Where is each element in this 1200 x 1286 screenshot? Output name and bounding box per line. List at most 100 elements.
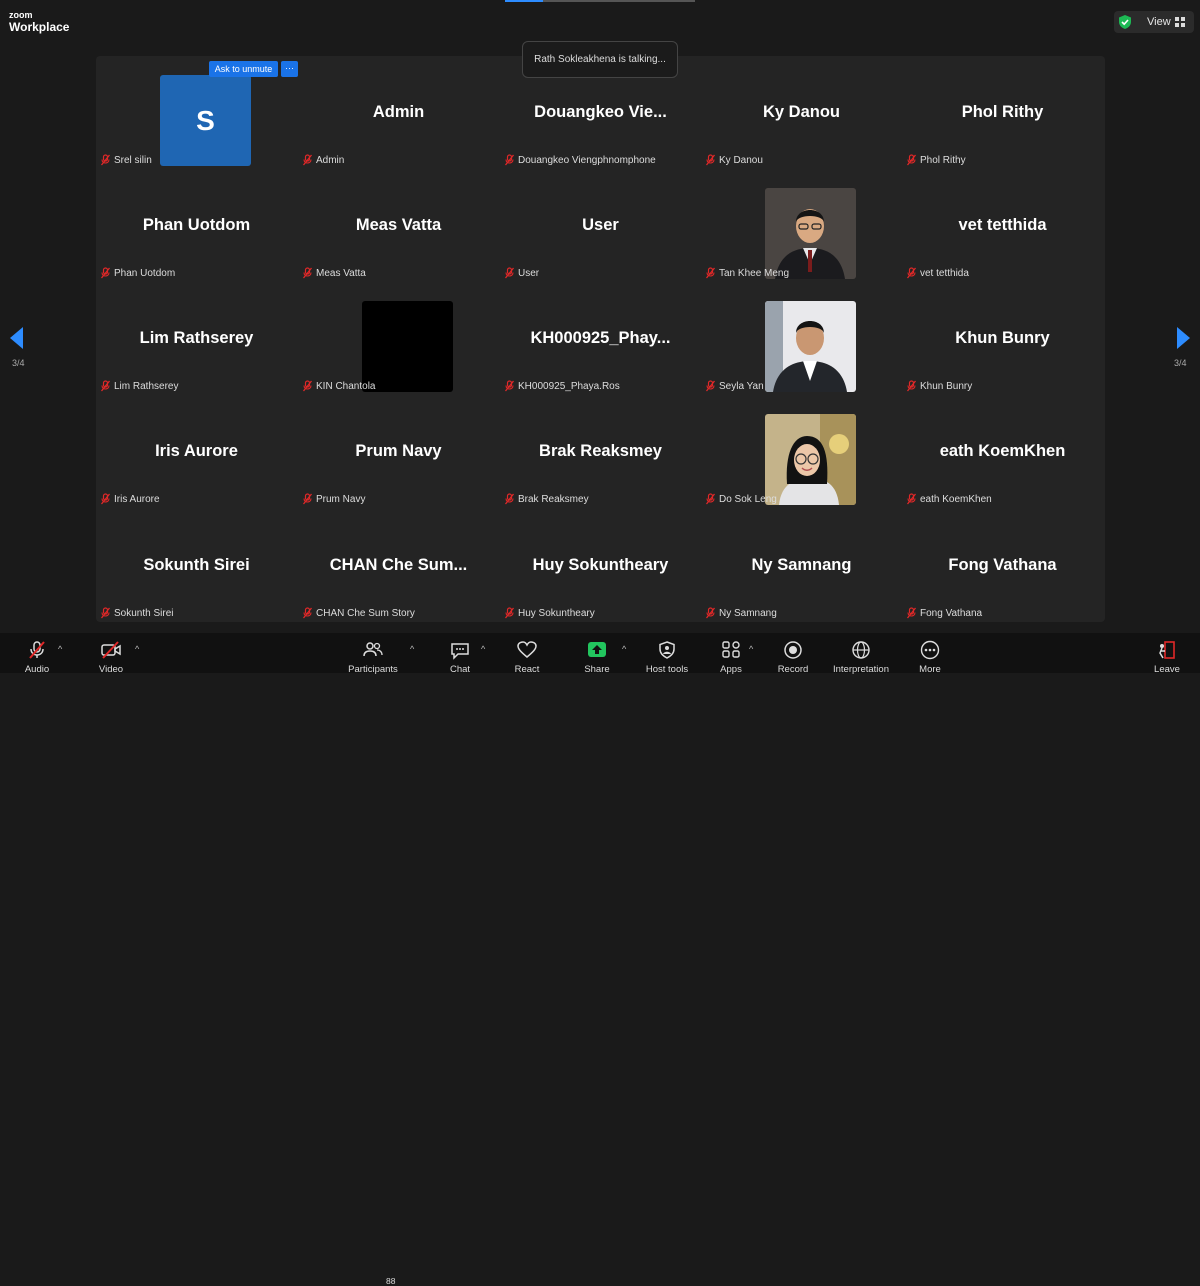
participant-name: Iris Aurore: [114, 493, 160, 505]
participant-name-label: Huy Sokuntheary: [504, 606, 595, 620]
microphone-muted-icon: [302, 493, 313, 505]
participant-display-name: Khun Bunry: [955, 329, 1050, 347]
participant-display-name: vet tetthida: [958, 216, 1047, 234]
microphone-muted-icon: [705, 493, 716, 505]
participant-tile[interactable]: Do Sok Leng: [701, 395, 902, 508]
participant-display-name: Prum Navy: [355, 442, 442, 460]
participant-video: [765, 301, 856, 392]
logo-big-text: Workplace: [9, 20, 70, 34]
participant-tile[interactable]: Iris Aurore Iris Aurore: [96, 395, 297, 508]
chat-options-caret-icon[interactable]: ^: [481, 644, 485, 654]
participant-tile[interactable]: CHAN Che Sum... CHAN Che Sum Story: [298, 509, 499, 622]
participant-tile[interactable]: Admin Admin: [298, 56, 499, 169]
participant-tile[interactable]: Meas Vatta Meas Vatta: [298, 169, 499, 282]
host-tools-button[interactable]: Host tools: [646, 633, 688, 675]
participants-button[interactable]: Participants: [348, 633, 398, 675]
participant-name-label: Prum Navy: [302, 492, 365, 506]
view-button[interactable]: View: [1114, 11, 1194, 33]
participant-tile[interactable]: KH000925_Phay... KH000925_Phaya.Ros: [500, 282, 701, 395]
view-label: View: [1147, 16, 1171, 28]
participant-name-label: Fong Vathana: [906, 606, 982, 620]
participant-name: KIN Chantola: [316, 380, 376, 392]
participant-name-label: eath KoemKhen: [906, 492, 992, 506]
talking-toast: Rath Sokleakhena is talking...: [522, 41, 678, 78]
participant-tile[interactable]: User User: [500, 169, 701, 282]
participant-name-label: KIN Chantola: [302, 379, 375, 393]
record-button[interactable]: Record: [778, 633, 808, 675]
apps-button[interactable]: Apps: [716, 633, 746, 675]
participant-name: Fong Vathana: [920, 607, 983, 619]
participant-name: KH000925_Phaya.Ros: [518, 380, 620, 392]
participant-tile[interactable]: vet tetthida vet tetthida: [902, 169, 1103, 282]
chat-button[interactable]: Chat: [445, 633, 475, 675]
microphone-muted-icon: [302, 380, 313, 392]
apps-icon: [722, 641, 740, 658]
chat-label: Chat: [449, 664, 471, 675]
participant-name: User: [518, 267, 540, 279]
microphone-muted-icon: [302, 607, 313, 619]
participant-name: Ny Samnang: [719, 607, 777, 619]
microphone-muted-icon: [100, 154, 111, 166]
microphone-muted-icon: [504, 380, 515, 392]
participant-name: Douangkeo Viengphnomphone: [518, 154, 656, 166]
host-tools-label: Host tools: [645, 664, 689, 675]
share-options-caret-icon[interactable]: ^: [622, 644, 626, 654]
participant-tile[interactable]: Tan Khee Meng: [701, 169, 902, 282]
participant-display-name: Sokunth Sirei: [143, 556, 250, 574]
participant-name-label: Khun Bunry: [906, 379, 972, 393]
previous-page-arrow-icon[interactable]: [10, 327, 24, 349]
participant-tile[interactable]: Ky Danou Ky Danou: [701, 56, 902, 169]
video-camera-off-icon: [101, 641, 121, 659]
audio-button[interactable]: Audio: [22, 633, 52, 675]
participant-name: Lim Rathserey: [114, 380, 179, 392]
participant-display-name: CHAN Che Sum...: [329, 556, 468, 574]
microphone-muted-icon: [906, 607, 917, 619]
audio-options-caret-icon[interactable]: ^: [58, 644, 62, 654]
more-button[interactable]: More: [915, 633, 945, 675]
participant-name: Meas Vatta: [316, 267, 366, 279]
participant-tile[interactable]: Lim Rathserey Lim Rathserey: [96, 282, 297, 395]
participant-tile[interactable]: Fong Vathana Fong Vathana: [902, 509, 1103, 622]
participant-tile[interactable]: Seyla Yan: [701, 282, 902, 395]
audio-label: Audio: [24, 664, 50, 675]
participant-tile[interactable]: Ny Samnang Ny Samnang: [701, 509, 902, 622]
video-button[interactable]: Video: [96, 633, 126, 675]
participant-tile[interactable]: Huy Sokuntheary Huy Sokuntheary: [500, 509, 701, 622]
next-page-arrow-icon[interactable]: [1176, 327, 1190, 349]
apps-options-caret-icon[interactable]: ^: [749, 644, 753, 654]
leave-door-icon: [1159, 641, 1175, 659]
participant-tile[interactable]: Prum Navy Prum Navy: [298, 395, 499, 508]
react-button[interactable]: React: [512, 633, 542, 675]
microphone-muted-icon: [504, 607, 515, 619]
microphone-muted-icon: [705, 267, 716, 279]
participant-tile[interactable]: Phol Rithy Phol Rithy: [902, 56, 1103, 169]
participants-count: 88: [386, 1276, 396, 1286]
participant-tile[interactable]: KIN Chantola: [298, 282, 499, 395]
participant-name: Seyla Yan: [719, 380, 764, 392]
share-button[interactable]: Share: [582, 633, 612, 675]
participant-name: Prum Navy: [316, 493, 366, 505]
gallery-stage: S Srel silin Admin Admin Douangkeo Vie... Dou…: [96, 56, 1105, 622]
video-options-caret-icon[interactable]: ^: [135, 644, 139, 654]
ask-to-unmute-button[interactable]: Ask to unmute: [209, 61, 278, 77]
interpretation-button[interactable]: Interpretation: [833, 633, 889, 675]
participants-options-caret-icon[interactable]: ^: [410, 644, 414, 654]
participant-tile[interactable]: Brak Reaksmey Brak Reaksmey: [500, 395, 701, 508]
microphone-muted-icon: [302, 154, 313, 166]
participant-name-label: Brak Reaksmey: [504, 492, 589, 506]
record-icon: [784, 641, 802, 659]
participant-name: Sokunth Sirei: [114, 607, 174, 619]
tile-more-button[interactable]: ···: [281, 61, 298, 77]
participant-tile[interactable]: Sokunth Sirei Sokunth Sirei: [96, 509, 297, 622]
microphone-muted-icon: [100, 607, 111, 619]
leave-label: Leave: [1154, 664, 1180, 675]
participant-display-name: User: [582, 216, 619, 234]
microphone-muted-icon: [504, 493, 515, 505]
participant-tile[interactable]: Phan Uotdom Phan Uotdom: [96, 169, 297, 282]
leave-button[interactable]: Leave: [1152, 633, 1182, 675]
participant-tile[interactable]: eath KoemKhen eath KoemKhen: [902, 395, 1103, 508]
participant-display-name: Ky Danou: [762, 103, 840, 121]
microphone-muted-icon: [504, 154, 515, 166]
participant-name-label: Ny Samnang: [705, 606, 777, 620]
participant-tile[interactable]: Khun Bunry Khun Bunry: [902, 282, 1103, 395]
